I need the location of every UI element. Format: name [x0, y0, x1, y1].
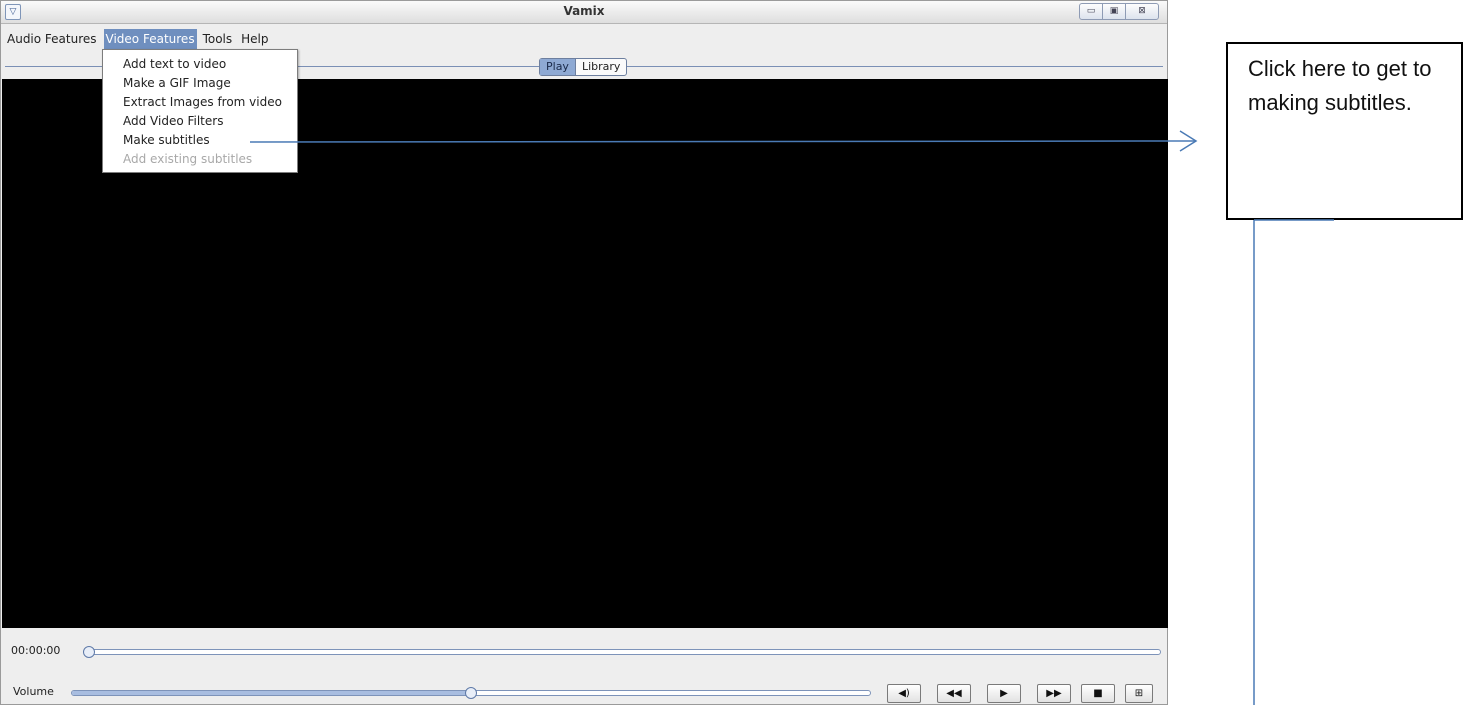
annotation-arrow-line: [249, 140, 1197, 143]
annotation-lines: [249, 130, 1334, 705]
